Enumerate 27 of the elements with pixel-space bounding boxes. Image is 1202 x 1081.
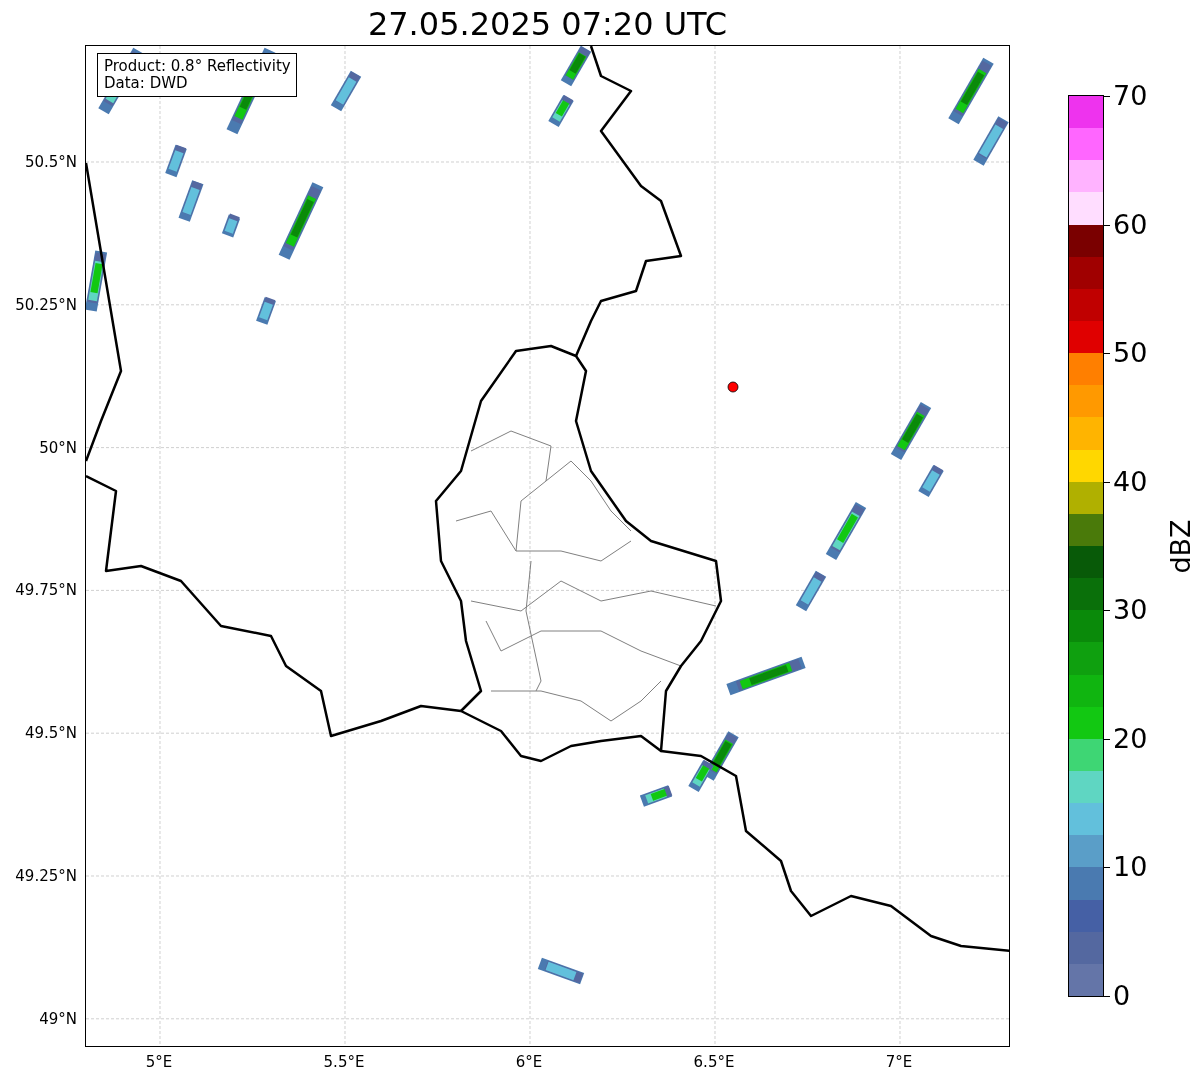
latitude-label: 49.75°N [15, 581, 77, 600]
longitude-label: 7°E [885, 1053, 913, 1071]
scale-tick-label: 60 [1104, 208, 1148, 241]
latitude-label: 49°N [39, 1009, 77, 1028]
latitude-label: 50.25°N [15, 295, 77, 314]
latitude-label: 50.5°N [24, 153, 77, 171]
latitude-label: 49.25°N [15, 867, 77, 885]
longitude-label: 5°E [145, 1053, 173, 1071]
scale-tick-label: 0 [1104, 980, 1131, 1012]
scale-tick-label: 70 [1104, 80, 1148, 112]
longitude-label: 6°E [515, 1053, 543, 1071]
radar-echo [86, 250, 108, 312]
latitude-label: 49.5°N [24, 724, 77, 743]
chart-title: 27.05.2025 07:20 UTC [367, 4, 728, 44]
scale-tick-label: 40 [1104, 465, 1148, 498]
info-text: Product: 0.8° Reflectivity [104, 58, 291, 75]
scale-tick-label: 30 [1104, 594, 1148, 627]
longitude-label: 6.5°E [693, 1053, 735, 1071]
latitude-label: 50°N [39, 438, 77, 457]
scale-unit-label: dBZ [1164, 518, 1196, 574]
scale-tick-label: 10 [1104, 851, 1148, 884]
radar-echo [256, 296, 276, 325]
scale-tick-label: 20 [1104, 722, 1148, 755]
location-marker [727, 381, 739, 393]
info-text: Data: DWD [104, 75, 189, 92]
scale-tick-label: 50 [1104, 337, 1148, 370]
longitude-label: 5.5°E [323, 1053, 365, 1071]
